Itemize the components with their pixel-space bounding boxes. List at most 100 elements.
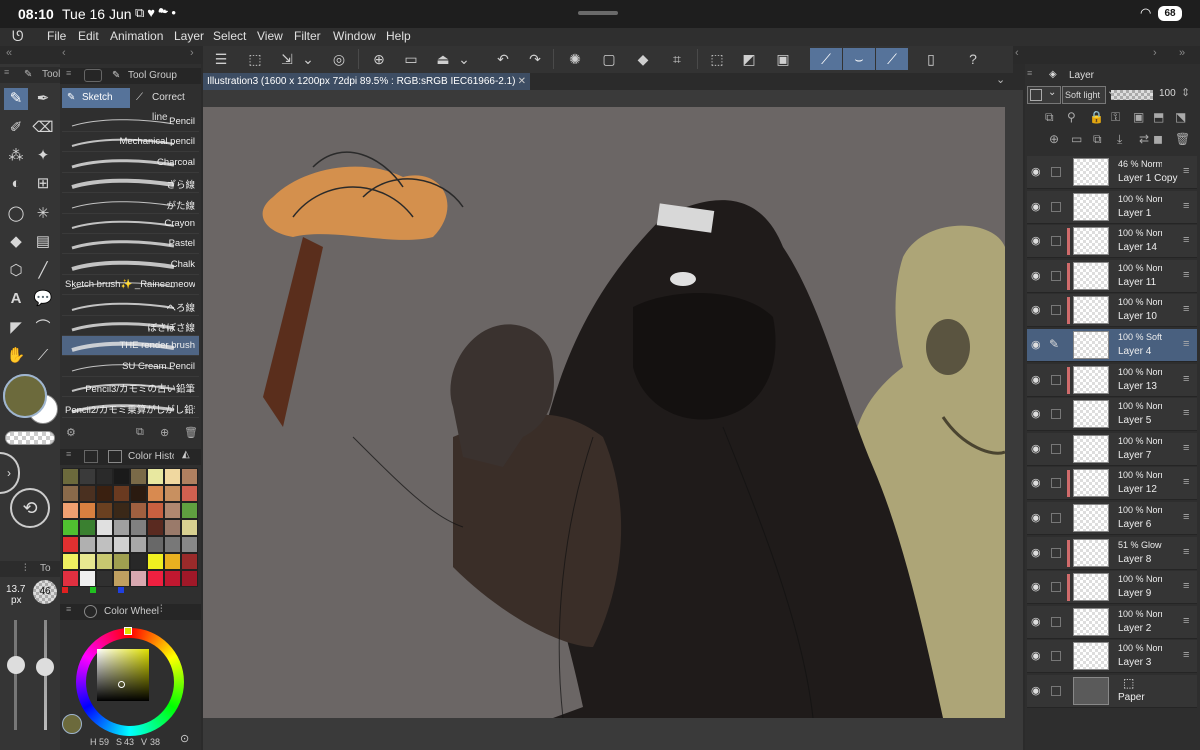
new-sub-tool-icon[interactable]: ⊕ [160, 426, 169, 439]
layer-row[interactable]: ◉ 100 % Normal Layer 3 ≡ [1027, 640, 1197, 674]
color-swatch[interactable] [96, 570, 113, 587]
sub-tool-settings-icon[interactable]: ⚙ [66, 426, 76, 439]
color-swatch[interactable] [79, 502, 96, 519]
color-swatch[interactable] [62, 536, 79, 553]
menu-layer[interactable]: Layer [174, 29, 204, 43]
layer-drag-handle-icon[interactable]: ≡ [1183, 546, 1189, 558]
pen-tool-icon[interactable]: ✎ [4, 88, 28, 110]
layer-lock-checkbox[interactable] [1051, 167, 1061, 177]
fill-tool-icon[interactable]: ◆ [4, 231, 28, 253]
mesh-tool-icon[interactable]: ⊞ [31, 173, 55, 195]
collapse-right-icon[interactable]: ‹ [1015, 47, 1019, 59]
color-swatch[interactable] [164, 570, 181, 587]
reference-layer-icon[interactable]: ⚲ [1067, 110, 1076, 124]
menu-help[interactable]: Help [386, 29, 411, 43]
color-swatch[interactable] [62, 468, 79, 485]
new-folder-icon[interactable]: ▭ [1071, 132, 1082, 146]
clip-layer-icon[interactable]: ⧉ [1045, 110, 1054, 125]
layer-visibility-icon[interactable]: ◉ [1031, 615, 1041, 628]
color-swatch[interactable] [164, 536, 181, 553]
color-swatch[interactable] [181, 502, 198, 519]
color-swatch[interactable] [147, 468, 164, 485]
layer-lock-checkbox[interactable] [1051, 651, 1061, 662]
color-swatch[interactable] [79, 519, 96, 536]
color-swatch[interactable] [164, 485, 181, 502]
color-swatch[interactable] [164, 553, 181, 570]
color-swatch[interactable] [181, 468, 198, 485]
new-raster-layer-icon[interactable]: ⊕ [1049, 132, 1059, 146]
color-slider-tab-icon[interactable]: ⫶ [160, 604, 163, 615]
invert-selection-icon[interactable]: ◩ [737, 48, 761, 70]
lasso-tool-icon[interactable]: ◯ [4, 203, 28, 225]
layer-drag-handle-icon[interactable]: ≡ [1183, 407, 1189, 419]
layer-visibility-icon[interactable]: ◉ [1031, 511, 1041, 524]
undo-icon[interactable]: ↶ [491, 48, 515, 70]
stabilizer-1-icon[interactable]: ⟋ [810, 48, 842, 70]
layer-visibility-icon[interactable]: ◉ [1031, 407, 1041, 420]
color-swatch[interactable] [164, 502, 181, 519]
layer-lock-checkbox[interactable] [1051, 305, 1061, 316]
brush-item[interactable]: Pastel [62, 234, 199, 255]
color-swatch[interactable] [147, 570, 164, 587]
color-swatch[interactable] [79, 536, 96, 553]
layer-visibility-icon[interactable]: ◉ [1031, 165, 1041, 178]
layer-mask-icon[interactable]: ◼ [1153, 132, 1163, 146]
opacity-stepper-icon[interactable]: ⇕ [1181, 86, 1190, 99]
save-dropdown-icon[interactable]: ⌄ [457, 48, 471, 70]
menu-dots-icon[interactable]: ≡ [66, 68, 71, 78]
layer-drag-handle-icon[interactable]: ≡ [1183, 476, 1189, 488]
magic-wand-tool-icon[interactable]: ✳ [31, 203, 55, 225]
lock-layer-icon[interactable]: 🔒 [1089, 110, 1104, 124]
balloon-tool-icon[interactable]: 💬 [31, 288, 55, 310]
brush-item[interactable]: SU Cream Pencil [62, 357, 199, 377]
layer-drag-handle-icon[interactable]: ≡ [1183, 269, 1189, 281]
lock-transparency-icon[interactable]: ⚿ [1111, 110, 1120, 125]
layer-lock-checkbox[interactable] [1051, 686, 1061, 696]
layer-drag-handle-icon[interactable]: ≡ [1183, 615, 1189, 627]
copy-sub-tool-icon[interactable]: ⧉ [136, 426, 144, 439]
menu-filter[interactable]: Filter [294, 29, 321, 43]
smartphone-icon[interactable]: ▯ [919, 48, 943, 70]
color-swatch[interactable] [96, 468, 113, 485]
color-swatch[interactable] [130, 553, 147, 570]
brush-item[interactable]: がた線 [62, 194, 199, 214]
brush-item[interactable]: ざら線 [62, 173, 199, 194]
brush-item[interactable]: Pencil3/カモミの古い鉛筆 [62, 377, 199, 398]
color-swatch[interactable] [130, 519, 147, 536]
layer-row[interactable]: ◉ 100 % Normal Layer 2 ≡ [1027, 605, 1197, 639]
layer-drag-handle-icon[interactable]: ≡ [1183, 649, 1189, 661]
color-set-tab-icon[interactable] [84, 450, 98, 463]
pencil-tool-icon[interactable]: ✐ [4, 117, 28, 139]
hue-ring[interactable] [76, 627, 184, 736]
dock-next-icon[interactable]: › [1153, 47, 1157, 59]
brush-item[interactable]: Pencil2/カモミ乗算がしがし鉛筆 [62, 398, 199, 418]
tab-list-chevron-icon[interactable]: ⌄ [996, 73, 1005, 86]
layer-lock-checkbox[interactable] [1051, 582, 1061, 593]
collapse-left-icon[interactable]: « [6, 47, 12, 59]
app-logo-icon[interactable]: ᘎ [12, 28, 24, 45]
multitask-handle[interactable] [578, 11, 618, 15]
menu-window[interactable]: Window [333, 29, 376, 43]
menu-dots-icon[interactable]: ≡ [66, 449, 71, 459]
expand-right-icon[interactable]: » [1179, 47, 1185, 59]
color-swatch[interactable] [113, 553, 130, 570]
intermediate-color-tab-icon[interactable]: ◭ [182, 449, 190, 460]
artwork-canvas[interactable] [203, 107, 1005, 718]
color-swatch[interactable] [62, 519, 79, 536]
layer-lock-checkbox[interactable] [1051, 374, 1061, 385]
layer-visibility-icon[interactable]: ◉ [1031, 684, 1041, 697]
layer-drag-handle-icon[interactable]: ≡ [1183, 200, 1189, 212]
layer-visibility-icon[interactable]: ◉ [1031, 303, 1041, 316]
color-mode-icon[interactable]: ⊙ [180, 732, 189, 745]
hue-marker[interactable] [124, 627, 132, 635]
help-icon[interactable]: ? [961, 48, 985, 70]
menu-dots-icon[interactable]: ≡ [66, 604, 71, 614]
layer-row[interactable]: ◉ 100 % Normal Layer 9 ≡ [1027, 571, 1197, 605]
transparent-color-swatch[interactable] [5, 431, 55, 445]
menu-dots-icon[interactable]: ≡ [1027, 68, 1032, 78]
color-swatch[interactable] [181, 485, 198, 502]
color-swatch[interactable] [113, 485, 130, 502]
side-toggle-icon[interactable]: › [0, 452, 20, 494]
color-swatch[interactable] [113, 519, 130, 536]
layer-visibility-icon[interactable]: ◉ [1031, 234, 1041, 247]
